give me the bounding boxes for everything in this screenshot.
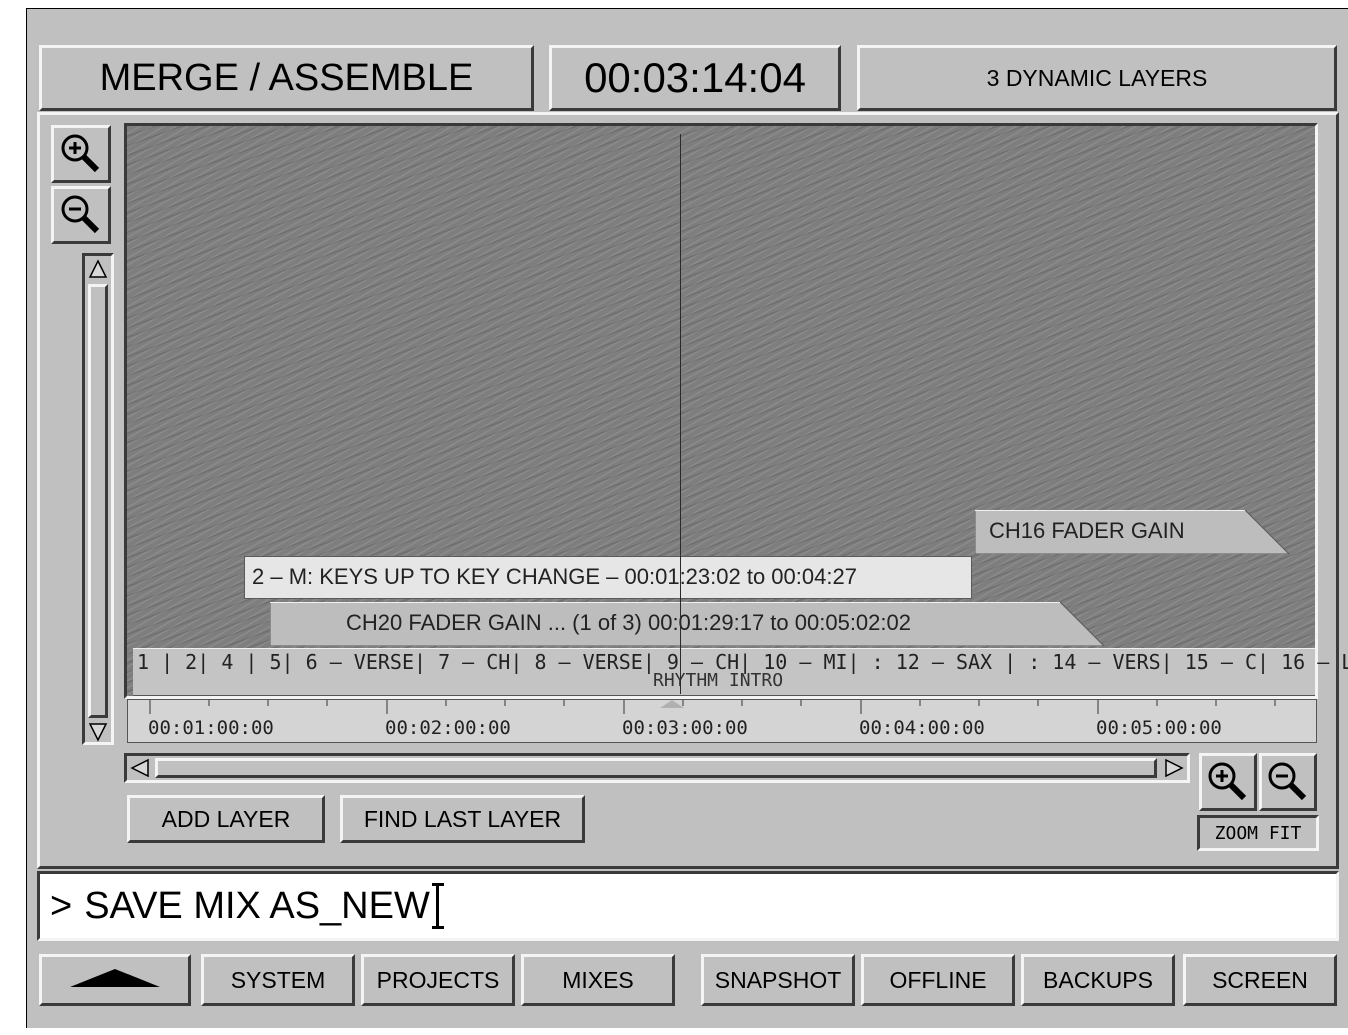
marker-segment[interactable]: 14 – VERS bbox=[1052, 650, 1160, 674]
ruler-label: 00:03:00:00 bbox=[622, 717, 748, 739]
ruler-label: 00:02:00:00 bbox=[385, 717, 511, 739]
zoom-out-icon bbox=[61, 195, 100, 234]
layer-bar-ch20[interactable]: CH20 FADER GAIN ... (1 of 3) 00:01:29:17… bbox=[270, 602, 1110, 646]
scroll-right-button[interactable] bbox=[1163, 757, 1185, 779]
timecode-display: 00:03:14:04 bbox=[549, 45, 841, 111]
add-layer-label: ADD LAYER bbox=[161, 805, 291, 832]
zoom-fit-label: ZOOM FIT bbox=[1214, 822, 1302, 844]
timeline-canvas[interactable]: CH16 FADER GAIN 2 – M: KEYS UP TO KEY CH… bbox=[124, 123, 1348, 699]
find-last-layer-label: FIND LAST LAYER bbox=[363, 805, 562, 832]
mode-title-text: MERGE / ASSEMBLE bbox=[99, 56, 474, 99]
marker-segment[interactable]: 1 bbox=[137, 650, 149, 674]
vertical-zoom-in-button[interactable] bbox=[51, 125, 111, 183]
nav-offline[interactable]: OFFLINE bbox=[861, 954, 1015, 1006]
playhead-line[interactable] bbox=[680, 134, 681, 694]
marker-segment[interactable]: 2 bbox=[185, 650, 197, 674]
ruler-label: 00:05:00:00 bbox=[1096, 717, 1222, 739]
arrow-up-icon bbox=[88, 259, 108, 278]
nav-projects[interactable]: PROJECTS bbox=[361, 954, 515, 1006]
nav-backups[interactable]: BACKUPS bbox=[1021, 954, 1175, 1006]
zoom-fit-button[interactable]: ZOOM FIT bbox=[1197, 815, 1319, 851]
marker-segment[interactable]: : bbox=[1028, 650, 1040, 674]
scroll-down-button[interactable] bbox=[87, 721, 109, 743]
marker-segment[interactable]: 12 – SAX bbox=[896, 650, 992, 674]
ruler-label: 00:04:00:00 bbox=[859, 717, 985, 739]
layer-label-ch20: CH20 FADER GAIN ... (1 of 3) 00:01:29:17… bbox=[346, 610, 911, 635]
vertical-zoom-out-button[interactable] bbox=[51, 186, 111, 244]
time-ruler[interactable]: 00:01:00:00 00:02:00:00 00:03:00:00 00:0… bbox=[127, 699, 1317, 743]
marker-segment[interactable]: 8 – VERSE bbox=[534, 650, 642, 674]
arrow-right-icon bbox=[1165, 758, 1184, 778]
collapse-button[interactable] bbox=[39, 954, 191, 1006]
zoom-in-icon bbox=[61, 134, 100, 173]
arrow-left-icon bbox=[130, 758, 149, 778]
marker-sub-label: RHYTHM INTRO bbox=[653, 670, 784, 691]
nav-system[interactable]: SYSTEM bbox=[201, 954, 355, 1006]
layer-bar-ch16[interactable]: CH16 FADER GAIN bbox=[975, 510, 1295, 554]
command-line[interactable]: > SAVE MIX AS_NEW bbox=[37, 871, 1339, 941]
nav-snapshot[interactable]: SNAPSHOT bbox=[701, 954, 855, 1006]
nav-label: SNAPSHOT bbox=[714, 966, 842, 993]
vertical-scroll-thumb[interactable] bbox=[88, 284, 108, 718]
triangle-up-icon bbox=[70, 969, 160, 987]
marker-segment[interactable]: 6 – VERSE bbox=[306, 650, 414, 674]
mode-title: MERGE / ASSEMBLE bbox=[39, 45, 534, 111]
marker-segment[interactable]: 15 – C bbox=[1185, 650, 1257, 674]
zoom-in-icon bbox=[1208, 762, 1247, 801]
horizontal-scrollbar[interactable] bbox=[124, 753, 1190, 783]
nav-label: MIXES bbox=[562, 966, 634, 993]
horizontal-scroll-thumb[interactable] bbox=[155, 758, 1157, 778]
layer-label-ch16: CH16 FADER GAIN bbox=[989, 518, 1185, 543]
layers-status-text: 3 DYNAMIC LAYERS bbox=[986, 64, 1208, 91]
zoom-out-icon bbox=[1268, 762, 1307, 801]
find-last-layer-button[interactable]: FIND LAST LAYER bbox=[340, 795, 585, 843]
marker-segment[interactable]: 16 – LAST bbox=[1281, 650, 1348, 674]
scroll-left-button[interactable] bbox=[129, 757, 151, 779]
ruler-label: 00:01:00:00 bbox=[148, 717, 274, 739]
nav-mixes[interactable]: MIXES bbox=[521, 954, 675, 1006]
marker-strip[interactable]: 1 | 2| 4 | 5| 6 – VERSE| 7 – CH| 8 – VER… bbox=[133, 648, 1348, 696]
timecode-text: 00:03:14:04 bbox=[584, 54, 806, 101]
scroll-up-button[interactable] bbox=[87, 258, 109, 280]
nav-label: BACKUPS bbox=[1043, 966, 1153, 993]
text-cursor bbox=[431, 883, 444, 929]
app-frame: MERGE / ASSEMBLE 00:03:14:04 3 DYNAMIC L… bbox=[26, 8, 1348, 1028]
command-prompt: > bbox=[50, 884, 73, 927]
vertical-scrollbar[interactable] bbox=[82, 253, 114, 745]
horizontal-zoom-out-button[interactable] bbox=[1259, 753, 1317, 811]
command-text: SAVE MIX AS_NEW bbox=[84, 884, 430, 927]
marker-segment[interactable]: 5 bbox=[269, 650, 281, 674]
layer-bar-keys[interactable]: 2 – M: KEYS UP TO KEY CHANGE – 00:01:23:… bbox=[244, 556, 974, 600]
nav-label: OFFLINE bbox=[889, 966, 987, 993]
marker-segment[interactable]: 7 – CH bbox=[438, 650, 510, 674]
marker-segment[interactable]: 4 bbox=[221, 650, 233, 674]
nav-label: PROJECTS bbox=[376, 966, 500, 993]
nav-label: SCREEN bbox=[1212, 966, 1308, 993]
layer-label-keys: 2 – M: KEYS UP TO KEY CHANGE – 00:01:23:… bbox=[252, 564, 857, 589]
nav-label: SYSTEM bbox=[230, 966, 326, 993]
arrow-down-icon bbox=[88, 723, 108, 742]
ruler-ticks bbox=[149, 700, 1276, 714]
horizontal-zoom-in-button[interactable] bbox=[1199, 753, 1257, 811]
marker-segment[interactable]: : bbox=[872, 650, 884, 674]
layers-status: 3 DYNAMIC LAYERS bbox=[857, 45, 1337, 111]
add-layer-button[interactable]: ADD LAYER bbox=[127, 795, 325, 843]
nav-screen[interactable]: SCREEN bbox=[1183, 954, 1337, 1006]
